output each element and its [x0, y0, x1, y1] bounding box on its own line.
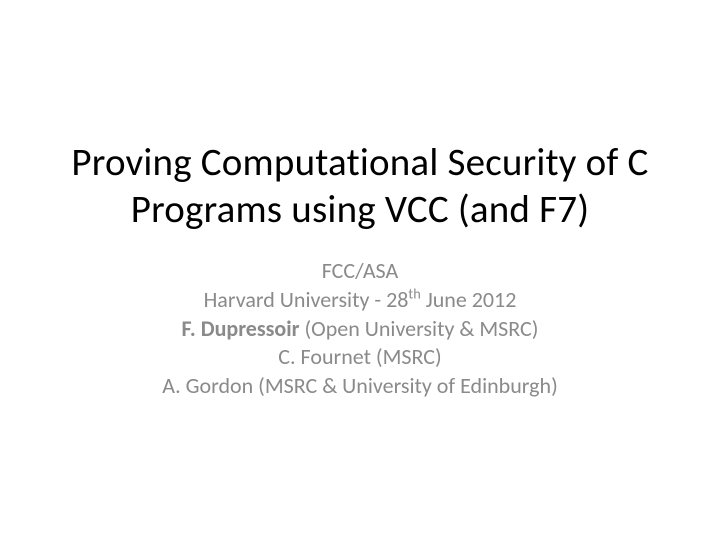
- author-second: C. Fournet (MSRC): [162, 343, 558, 372]
- author-primary-affil: (Open University & MSRC): [299, 315, 538, 342]
- venue-date: Harvard University - 28th June 2012: [162, 286, 558, 315]
- slide: Proving Computational Security of C Prog…: [0, 0, 720, 540]
- event-name: FCC/ASA: [162, 257, 558, 286]
- author-primary: F. Dupressoir (Open University & MSRC): [162, 315, 558, 344]
- author-primary-name: F. Dupressoir: [182, 315, 300, 342]
- subtitle-block: FCC/ASA Harvard University - 28th June 2…: [162, 257, 558, 400]
- venue-prefix: Harvard University - 28: [204, 286, 409, 313]
- date-ordinal: th: [408, 285, 420, 303]
- author-third: A. Gordon (MSRC & University of Edinburg…: [162, 372, 558, 401]
- slide-title: Proving Computational Security of C Prog…: [50, 140, 670, 234]
- venue-suffix: June 2012: [421, 286, 517, 313]
